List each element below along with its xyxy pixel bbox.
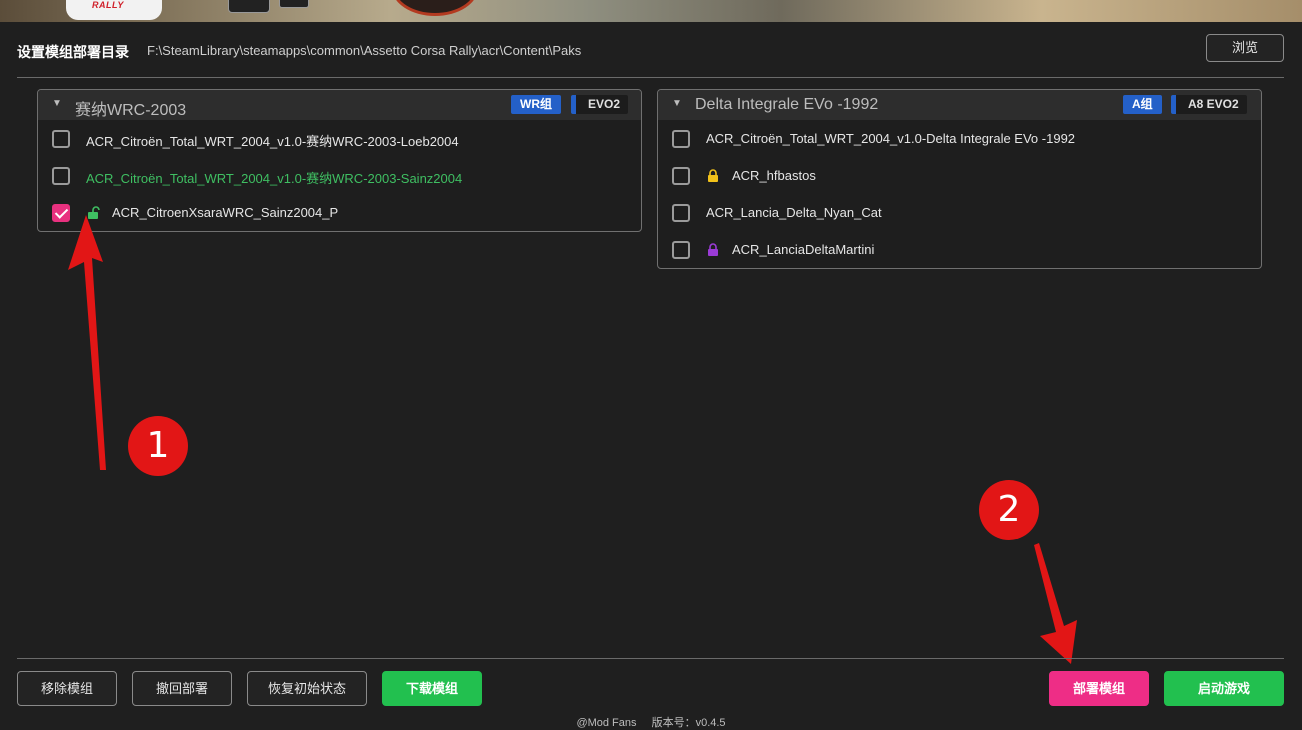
divider <box>17 658 1284 659</box>
undeploy-button[interactable]: 撤回部署 <box>132 671 232 706</box>
launch-game-button[interactable]: 启动游戏 <box>1164 671 1284 706</box>
remove-mod-button[interactable]: 移除模组 <box>17 671 117 706</box>
restore-initial-button[interactable]: 恢复初始状态 <box>247 671 367 706</box>
annotation-step-1: 1 <box>128 416 188 476</box>
footer-author: @Mod Fans <box>576 717 637 729</box>
footer-version: 版本号：v0.4.5 <box>651 717 726 729</box>
download-mod-button[interactable]: 下载模组 <box>382 671 482 706</box>
footer: @Mod Fans 版本号：v0.4.5 <box>0 714 1302 730</box>
annotation-step-2: 2 <box>979 480 1039 540</box>
annotation-arrow-2 <box>1034 543 1077 664</box>
annotation-arrows <box>68 215 1077 664</box>
deploy-mod-button[interactable]: 部署模组 <box>1049 671 1149 706</box>
annotation-arrow-1 <box>68 215 106 470</box>
